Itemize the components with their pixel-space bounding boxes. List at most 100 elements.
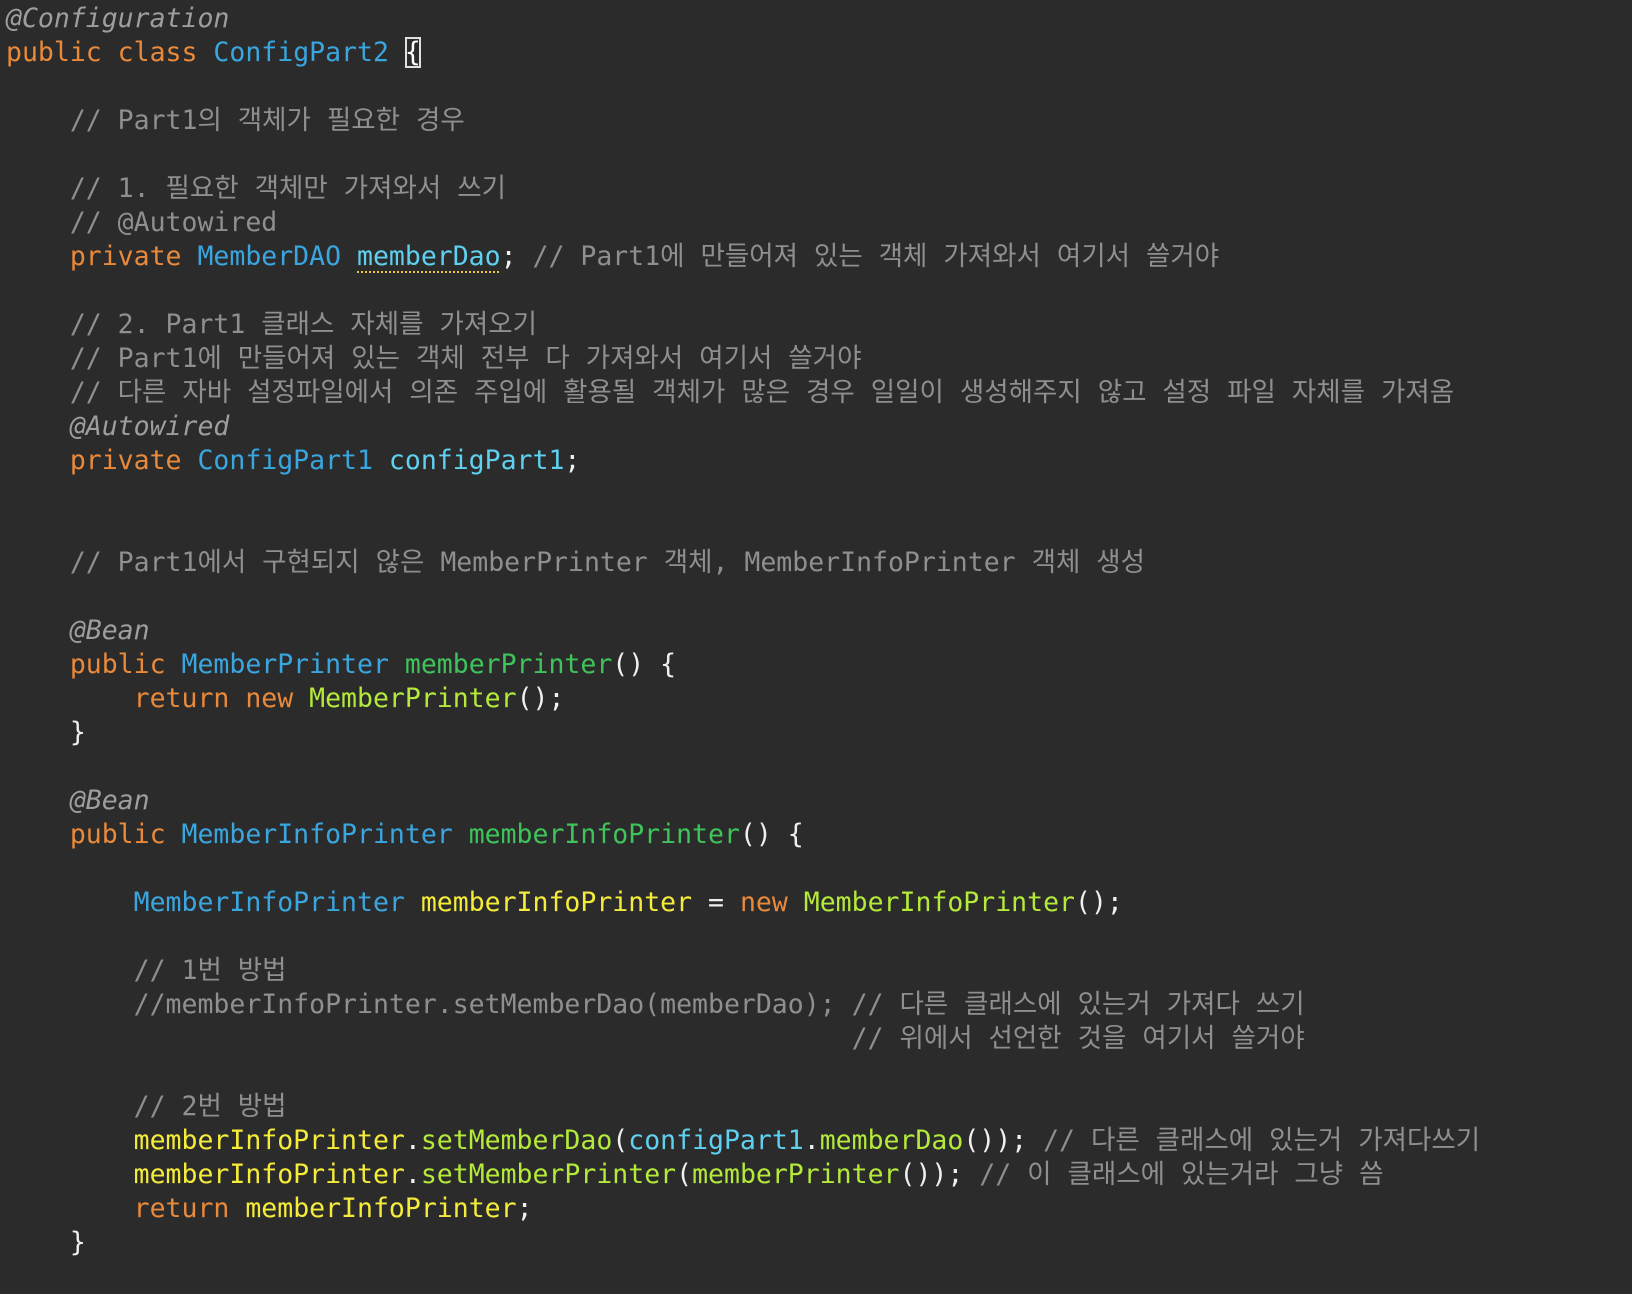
- code-token: }: [6, 1227, 86, 1258]
- code-line[interactable]: @Autowired: [6, 410, 1632, 444]
- code-token: // @Autowired: [6, 207, 278, 238]
- code-line[interactable]: // @Autowired: [6, 206, 1632, 240]
- code-line[interactable]: [6, 274, 1632, 308]
- code-line[interactable]: // 다른 자바 설정파일에서 의존 주입에 활용될 객체가 많은 경우 일일이…: [6, 376, 1632, 410]
- code-line[interactable]: [6, 478, 1632, 512]
- code-token: @Autowired: [6, 411, 230, 442]
- code-token: ());: [963, 1125, 1044, 1156]
- code-token: memberDao: [357, 241, 501, 272]
- code-line[interactable]: [6, 852, 1632, 886]
- code-token: // Part1에서 구현되지 않은 MemberPrinter 객체, Mem…: [6, 547, 1146, 578]
- code-line[interactable]: [6, 1056, 1632, 1090]
- code-token: () {: [612, 649, 677, 680]
- code-token: return: [6, 1193, 246, 1224]
- code-token: @Bean: [6, 615, 150, 646]
- code-line[interactable]: @Configuration: [6, 2, 1632, 36]
- code-token: private: [6, 445, 198, 476]
- code-line[interactable]: }: [6, 1226, 1632, 1260]
- code-token: // 1. 필요한 객체만 가져와서 쓰기: [6, 173, 506, 204]
- code-line[interactable]: // 2. Part1 클래스 자체를 가져오기: [6, 308, 1632, 342]
- code-token: .: [803, 1125, 820, 1156]
- code-editor[interactable]: @Configuration public class ConfigPart2 {…: [0, 0, 1632, 1294]
- code-token: // 위에서 선언한 것을 여기서 쓸거야: [6, 1023, 1305, 1054]
- code-token: public: [6, 649, 182, 680]
- code-token: MemberInfoPrinter: [133, 887, 421, 918]
- code-token: @Bean: [6, 785, 150, 816]
- code-line[interactable]: public MemberInfoPrinter memberInfoPrint…: [6, 818, 1632, 852]
- code-token: configPart1: [628, 1125, 804, 1156]
- code-token: // 2번 방법: [6, 1091, 287, 1122]
- code-token: memberDao: [819, 1125, 964, 1156]
- code-line[interactable]: [6, 138, 1632, 172]
- code-line[interactable]: // 1. 필요한 객체만 가져와서 쓰기: [6, 172, 1632, 206]
- code-token: //memberInfoPrinter.setMemberDao(memberD…: [6, 989, 1305, 1020]
- code-token: ConfigPart1: [197, 445, 389, 476]
- code-line[interactable]: [6, 580, 1632, 614]
- code-line[interactable]: return memberInfoPrinter;: [6, 1192, 1632, 1226]
- code-token: return new: [6, 683, 310, 714]
- code-token: ConfigPart2: [213, 37, 405, 68]
- code-token: public: [6, 819, 182, 850]
- code-line[interactable]: public class ConfigPart2 {: [6, 36, 1632, 70]
- code-line[interactable]: @Bean: [6, 784, 1632, 818]
- code-token: ());: [899, 1159, 980, 1190]
- code-line[interactable]: [6, 512, 1632, 546]
- code-token: (: [676, 1159, 693, 1190]
- code-token: MemberInfoPrinter: [181, 819, 469, 850]
- code-line[interactable]: [6, 750, 1632, 784]
- code-line[interactable]: @Bean: [6, 614, 1632, 648]
- code-token: MemberPrinter: [309, 683, 517, 714]
- code-token: public class: [6, 37, 214, 68]
- code-line[interactable]: // 1번 방법: [6, 954, 1632, 988]
- code-token: ;: [564, 445, 581, 476]
- code-token: MemberDAO: [197, 241, 357, 272]
- code-token: setMemberPrinter: [420, 1159, 677, 1190]
- code-token: .: [404, 1159, 421, 1190]
- code-line[interactable]: public MemberPrinter memberPrinter() {: [6, 648, 1632, 682]
- code-line[interactable]: [6, 920, 1632, 954]
- code-line[interactable]: // Part1에 만들어져 있는 객체 전부 다 가져와서 여기서 쓸거야: [6, 342, 1632, 376]
- code-token: // Part1에 만들어져 있는 객체 전부 다 가져와서 여기서 쓸거야: [6, 343, 862, 374]
- code-token: setMemberDao: [420, 1125, 613, 1156]
- code-token: () {: [739, 819, 804, 850]
- code-token: memberInfoPrinter: [6, 1159, 405, 1190]
- code-line[interactable]: // Part1에서 구현되지 않은 MemberPrinter 객체, Mem…: [6, 546, 1632, 580]
- code-token: .: [404, 1125, 421, 1156]
- code-token: // 1번 방법: [6, 955, 287, 986]
- code-token: // 2. Part1 클래스 자체를 가져오기: [6, 309, 537, 340]
- code-token: new: [739, 887, 804, 918]
- code-token: @Configuration: [6, 3, 230, 34]
- code-token: ;: [516, 1193, 533, 1224]
- code-line[interactable]: // 2번 방법: [6, 1090, 1632, 1124]
- code-token: // 다른 클래스에 있는거 가져다쓰기: [1043, 1125, 1481, 1156]
- code-token: memberInfoPrinter: [420, 887, 693, 918]
- code-token: // 이 클래스에 있는거라 그냥 씀: [979, 1159, 1384, 1190]
- code-token: memberInfoPrinter: [6, 1125, 405, 1156]
- code-token: private: [6, 241, 198, 272]
- code-token: =: [692, 887, 740, 918]
- code-line[interactable]: }: [6, 716, 1632, 750]
- code-token: MemberInfoPrinter: [803, 887, 1075, 918]
- code-line[interactable]: memberInfoPrinter.setMemberPrinter(membe…: [6, 1158, 1632, 1192]
- code-line[interactable]: memberInfoPrinter.setMemberDao(configPar…: [6, 1124, 1632, 1158]
- code-token: ();: [1075, 887, 1123, 918]
- code-token: memberPrinter: [404, 649, 613, 680]
- code-line[interactable]: // Part1의 객체가 필요한 경우: [6, 104, 1632, 138]
- code-line[interactable]: private ConfigPart1 configPart1;: [6, 444, 1632, 478]
- code-token: MemberPrinter: [181, 649, 405, 680]
- code-line[interactable]: [6, 70, 1632, 104]
- code-line[interactable]: return new MemberPrinter();: [6, 682, 1632, 716]
- code-line[interactable]: //memberInfoPrinter.setMemberDao(memberD…: [6, 988, 1632, 1022]
- code-token: configPart1: [388, 445, 565, 476]
- code-line[interactable]: // 위에서 선언한 것을 여기서 쓸거야: [6, 1022, 1632, 1056]
- code-line[interactable]: private MemberDAO memberDao; // Part1에 만…: [6, 240, 1632, 274]
- code-token: memberPrinter: [692, 1159, 900, 1190]
- code-token: memberInfoPrinter: [468, 819, 740, 850]
- code-token: // Part1에 만들어져 있는 객체 가져와서 여기서 쓸거야: [532, 241, 1220, 272]
- code-token: }: [6, 717, 86, 748]
- code-line[interactable]: MemberInfoPrinter memberInfoPrinter = ne…: [6, 886, 1632, 920]
- code-token: {: [404, 37, 421, 68]
- code-token: (: [612, 1125, 629, 1156]
- code-token: // Part1의 객체가 필요한 경우: [6, 105, 465, 136]
